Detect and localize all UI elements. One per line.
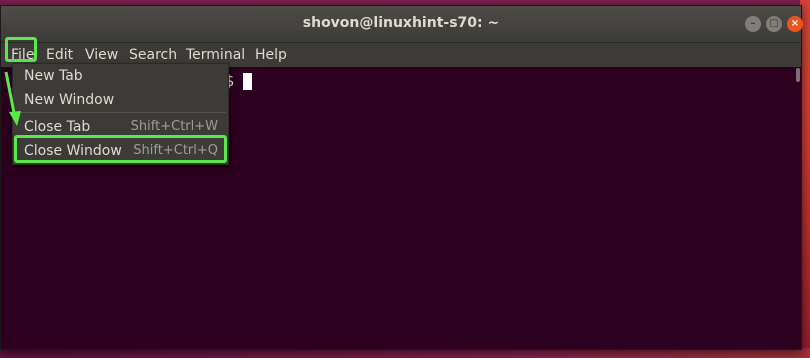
- annotation-arrow-icon: [4, 71, 21, 126]
